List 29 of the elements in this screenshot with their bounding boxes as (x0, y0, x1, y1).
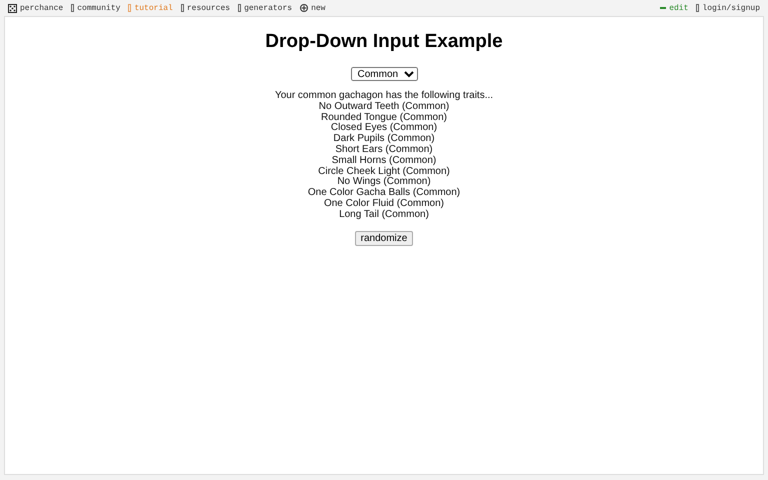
glyph-icon (180, 4, 184, 12)
nav-link[interactable]: generators (238, 4, 292, 12)
rarity-dropdown[interactable]: Common (350, 67, 418, 81)
nav-link[interactable]: edit (660, 4, 688, 12)
trait-text: No Outward Teeth (Common) (318, 102, 450, 112)
trait-text: Short Ears (Common) (335, 144, 433, 156)
randomize-button[interactable]: randomize (354, 230, 414, 246)
trait-text: One Color Fluid (Common) (324, 198, 444, 210)
trait-text: No Wings (Common) (337, 177, 431, 188)
page-title: Drop-Down Input Example (265, 31, 503, 53)
nav-link[interactable]: login/signup (696, 4, 760, 12)
trait-text: Long Tail (Common) (339, 210, 429, 221)
nav-link[interactable]: community (71, 4, 120, 12)
trait-text: Circle Cheek Light (Common) (318, 166, 450, 177)
trait-text: Small Horns (Common) (332, 156, 436, 166)
trait-text: Dark Pupils (Common) (333, 134, 435, 144)
globe-plus-icon (300, 4, 308, 12)
trait-text: Rounded Tongue (Common) (320, 112, 447, 123)
glyph-icon (238, 4, 242, 12)
intro-text: Your common gachagon has the following traits... (274, 91, 494, 102)
nav-link[interactable]: new (300, 4, 326, 12)
glyph-icon (696, 4, 700, 12)
glyph-icon (128, 4, 132, 12)
trait-text: Closed Eyes (Common) (330, 123, 438, 134)
nav-link[interactable]: resources (180, 4, 230, 12)
nav-link[interactable]: perchance (8, 4, 64, 12)
trait-text: One Color Gacha Balls (Common) (308, 188, 460, 198)
dice-icon (8, 4, 17, 12)
glyph-icon (71, 4, 74, 12)
